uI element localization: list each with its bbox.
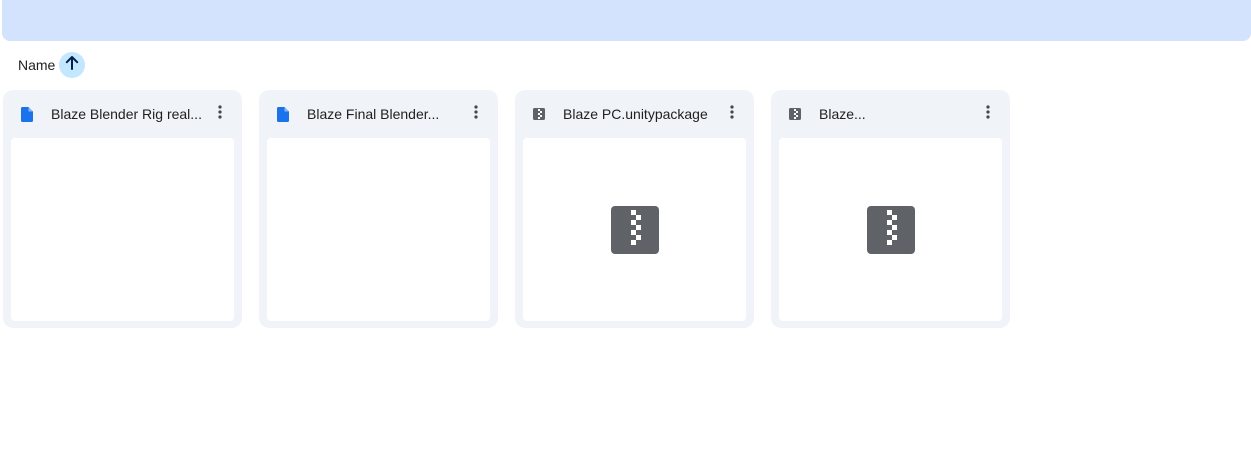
file-card-header: Blaze... bbox=[771, 90, 1010, 138]
file-card-header: Blaze Blender Rig real... bbox=[3, 90, 242, 138]
file-preview[interactable] bbox=[267, 138, 490, 321]
more-options-button[interactable] bbox=[718, 100, 746, 128]
zip-icon bbox=[531, 106, 547, 122]
file-grid: Blaze Blender Rig real... Blaze Final Bl… bbox=[3, 90, 1010, 328]
file-preview[interactable] bbox=[11, 138, 234, 321]
sort-direction-button[interactable] bbox=[59, 52, 86, 78]
file-card-header: Blaze Final Blender... bbox=[259, 90, 498, 138]
file-card[interactable]: Blaze... bbox=[771, 90, 1010, 328]
top-banner bbox=[2, 0, 1251, 41]
file-card[interactable]: Blaze PC.unitypackage bbox=[515, 90, 754, 328]
sort-row: Name bbox=[18, 52, 86, 78]
file-card[interactable]: Blaze Blender Rig real... bbox=[3, 90, 242, 328]
file-preview[interactable] bbox=[779, 138, 1002, 321]
file-name: Blaze... bbox=[819, 106, 866, 122]
file-card[interactable]: Blaze Final Blender... bbox=[259, 90, 498, 328]
more-options-button[interactable] bbox=[462, 100, 490, 128]
zip-preview-icon bbox=[866, 205, 915, 254]
more-options-button[interactable] bbox=[974, 100, 1002, 128]
doc-icon bbox=[19, 106, 35, 122]
file-name: Blaze Final Blender... bbox=[307, 106, 440, 122]
file-name: Blaze PC.unitypackage bbox=[563, 106, 708, 122]
file-name: Blaze Blender Rig real... bbox=[51, 106, 202, 122]
more-vert-icon bbox=[218, 104, 222, 124]
more-options-button[interactable] bbox=[206, 100, 234, 128]
more-vert-icon bbox=[474, 104, 478, 124]
file-preview[interactable] bbox=[523, 138, 746, 321]
doc-icon bbox=[275, 106, 291, 122]
more-vert-icon bbox=[986, 104, 990, 124]
zip-icon bbox=[787, 106, 803, 122]
more-vert-icon bbox=[730, 104, 734, 124]
sort-label: Name bbox=[18, 57, 56, 73]
file-card-header: Blaze PC.unitypackage bbox=[515, 90, 754, 138]
arrow-upward-icon bbox=[64, 55, 80, 76]
zip-preview-icon bbox=[610, 205, 659, 254]
